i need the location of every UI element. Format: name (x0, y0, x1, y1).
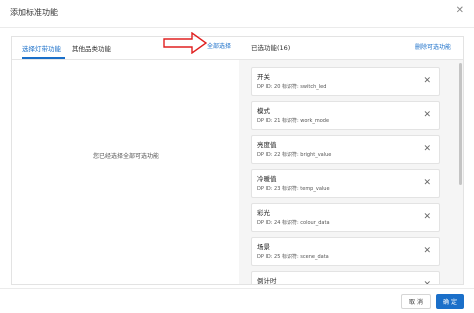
function-meta: DP ID: 23 标识符: temp_value (257, 186, 330, 192)
arrow-right-icon (163, 32, 207, 54)
remove-icon[interactable]: ✕ (423, 212, 431, 222)
list-item: 场景 DP ID: 25 标识符: scene_data ✕ (251, 237, 440, 266)
confirm-button[interactable]: 确 定 (436, 294, 464, 309)
selected-count-title: 已选功能(16) (251, 44, 291, 52)
tab-light-strip[interactable]: 选择灯带功能 (22, 43, 61, 53)
function-meta: DP ID: 20 标识符: switch_led (257, 84, 327, 90)
selected-list: 开关 DP ID: 20 标识符: switch_led ✕ 模式 DP ID:… (251, 67, 440, 285)
function-name: 场景 (257, 243, 270, 251)
footer-divider (0, 288, 474, 289)
selected-functions-panel: 已选功能(16) 删除可选功能 开关 DP ID: 20 标识符: switch… (239, 36, 464, 285)
remove-icon[interactable]: ✕ (423, 144, 431, 154)
function-meta: DP ID: 21 标识符: work_mode (257, 118, 330, 124)
remove-icon[interactable]: ✕ (423, 110, 431, 120)
dialog-title: 添加标准功能 (10, 8, 58, 17)
selected-header: 已选功能(16) 删除可选功能 (239, 37, 463, 60)
cancel-button[interactable]: 取 消 (401, 294, 431, 309)
delete-optional-link[interactable]: 删除可选功能 (415, 42, 451, 51)
list-item: 模式 DP ID: 21 标识符: work_mode ✕ (251, 101, 440, 130)
function-name: 亮度值 (257, 141, 277, 149)
empty-message: 您已经选择全部可选功能 (92, 153, 159, 160)
list-item: 亮度值 DP ID: 22 标识符: bright_value ✕ (251, 135, 440, 164)
list-item: 冷暖值 DP ID: 23 标识符: temp_value ✕ (251, 169, 440, 198)
tab-other-category[interactable]: 其他品类功能 (72, 43, 111, 53)
function-meta: DP ID: 25 标识符: scene_data (257, 254, 329, 260)
function-name: 开关 (257, 73, 270, 81)
function-name: 彩光 (257, 209, 270, 217)
list-item: 开关 DP ID: 20 标识符: switch_led ✕ (251, 67, 440, 96)
select-all-link[interactable]: 全部选择 (207, 41, 231, 50)
function-meta: DP ID: 24 标识符: colour_data (257, 220, 330, 226)
available-functions-panel: 选择灯带功能 其他品类功能 全部选择 您已经选择全部可选功能 (11, 36, 241, 285)
remove-icon[interactable]: ✕ (423, 246, 431, 256)
function-name: 模式 (257, 107, 270, 115)
list-item: 倒计时 ✕ (251, 271, 440, 285)
remove-icon[interactable]: ✕ (423, 76, 431, 86)
remove-icon[interactable]: ✕ (423, 178, 431, 188)
active-tab-indicator (22, 57, 65, 59)
close-icon[interactable]: ✕ (456, 6, 464, 16)
function-meta: DP ID: 22 标识符: bright_value (257, 152, 332, 158)
scrollbar[interactable] (459, 63, 462, 185)
list-item: 彩光 DP ID: 24 标识符: colour_data ✕ (251, 203, 440, 232)
function-name: 倒计时 (257, 277, 277, 285)
remove-icon[interactable]: ✕ (423, 280, 431, 284)
header-divider (0, 27, 474, 28)
function-name: 冷暖值 (257, 175, 277, 183)
